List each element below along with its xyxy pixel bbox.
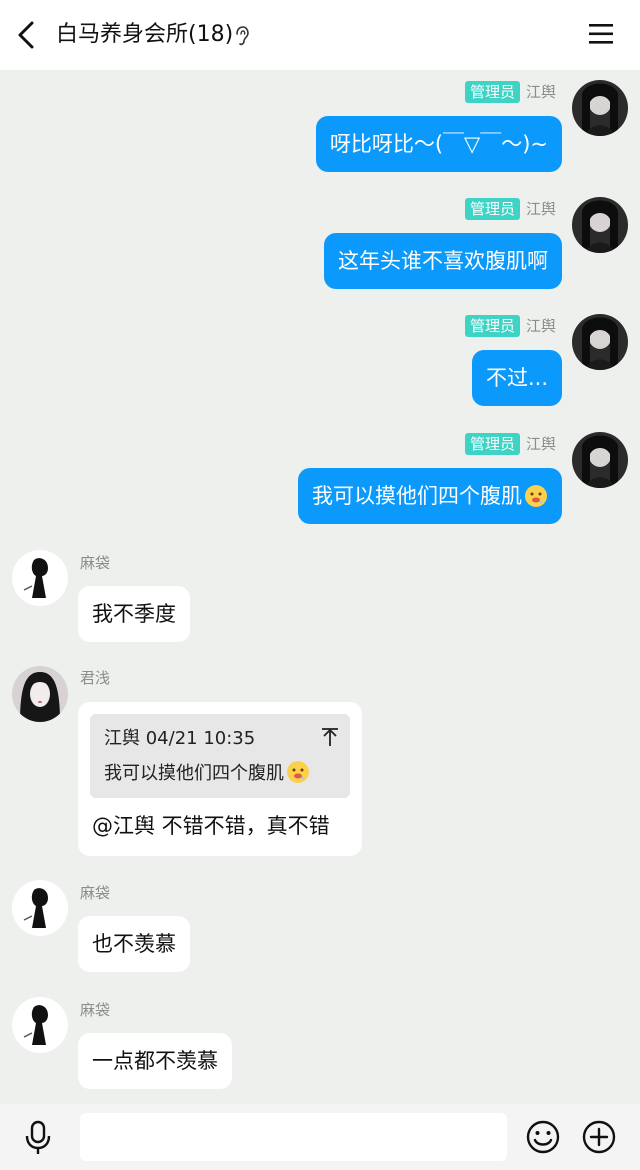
sender-name: 江舆 [525,83,556,101]
admin-badge: 管理员 [464,433,520,455]
avatar[interactable] [572,197,628,253]
message-text: @江舆 不错不错，真不错 [92,814,330,838]
sender-name: 江舆 [525,435,556,453]
sender-name: 麻袋 [80,554,111,572]
message-bubble[interactable]: 也不羡慕 [78,916,190,972]
sender-name: 江舆 [525,200,556,218]
admin-badge: 管理员 [464,198,520,220]
message-bubble[interactable]: 这年头谁不喜欢腹肌啊 [324,233,562,289]
avatar[interactable] [572,80,628,136]
jump-to-message-icon[interactable] [320,726,340,748]
message-text: 呀比呀比～(￣▽￣～)~ [329,132,548,156]
ear-icon [236,26,249,46]
avatar[interactable] [572,432,628,488]
message-text: 我可以摸他们四个腹肌 [312,484,522,508]
menu-button[interactable] [588,22,614,46]
avatar[interactable] [12,880,68,936]
message-bubble[interactable]: 我可以摸他们四个腹肌 [298,468,562,524]
message-bubble[interactable]: 一点都不羡慕 [78,1033,232,1089]
message-input[interactable] [80,1113,507,1161]
quoted-meta: 江舆 04/21 10:35 [104,728,256,749]
drooling-face-icon [525,485,547,507]
chevron-left-icon [18,21,34,49]
plus-circle-icon [582,1120,616,1154]
avatar[interactable] [572,314,628,370]
quoted-message[interactable]: 江舆 04/21 10:35 我可以摸他们四个腹肌 [90,714,350,798]
microphone-icon [25,1120,51,1154]
sender-name: 君浅 [80,669,111,687]
quoted-text: 我可以摸他们四个腹肌 [104,763,284,784]
message-text: 也不羡慕 [92,932,176,956]
admin-badge: 管理员 [464,81,520,103]
admin-badge: 管理员 [464,315,520,337]
chat-title[interactable]: 白马养身会所(18) [56,18,233,52]
message-list[interactable]: 管理员 江舆 呀比呀比～(￣▽￣～)~ 管理员 江舆 这年头谁不喜欢腹肌啊 管理… [0,70,640,1104]
emoji-button[interactable] [525,1119,561,1155]
more-button[interactable] [581,1119,617,1155]
sender-name: 江舆 [525,317,556,335]
back-button[interactable] [14,20,42,50]
input-bar [0,1104,640,1170]
message-text: 不过... [485,366,548,390]
message-bubble[interactable]: 不过... [471,350,562,406]
message-text: 我不季度 [92,602,176,626]
sender-name: 麻袋 [80,884,111,902]
avatar[interactable] [12,550,68,606]
voice-button[interactable] [22,1120,54,1156]
message-bubble[interactable]: 呀比呀比～(￣▽￣～)~ [315,116,562,172]
chat-header: 白马养身会所(18) [0,0,640,70]
message-text: 这年头谁不喜欢腹肌啊 [338,249,548,273]
hamburger-menu-icon [589,24,613,44]
reply-message-bubble[interactable]: 江舆 04/21 10:35 我可以摸他们四个腹肌 @江舆 不错不错，真不错 [78,702,362,856]
sender-name: 麻袋 [80,1001,111,1019]
drooling-face-icon [287,761,309,783]
avatar[interactable] [12,666,68,722]
message-bubble[interactable]: 我不季度 [78,586,190,642]
smiley-icon [526,1120,560,1154]
avatar[interactable] [12,997,68,1053]
message-text: 一点都不羡慕 [92,1049,218,1073]
